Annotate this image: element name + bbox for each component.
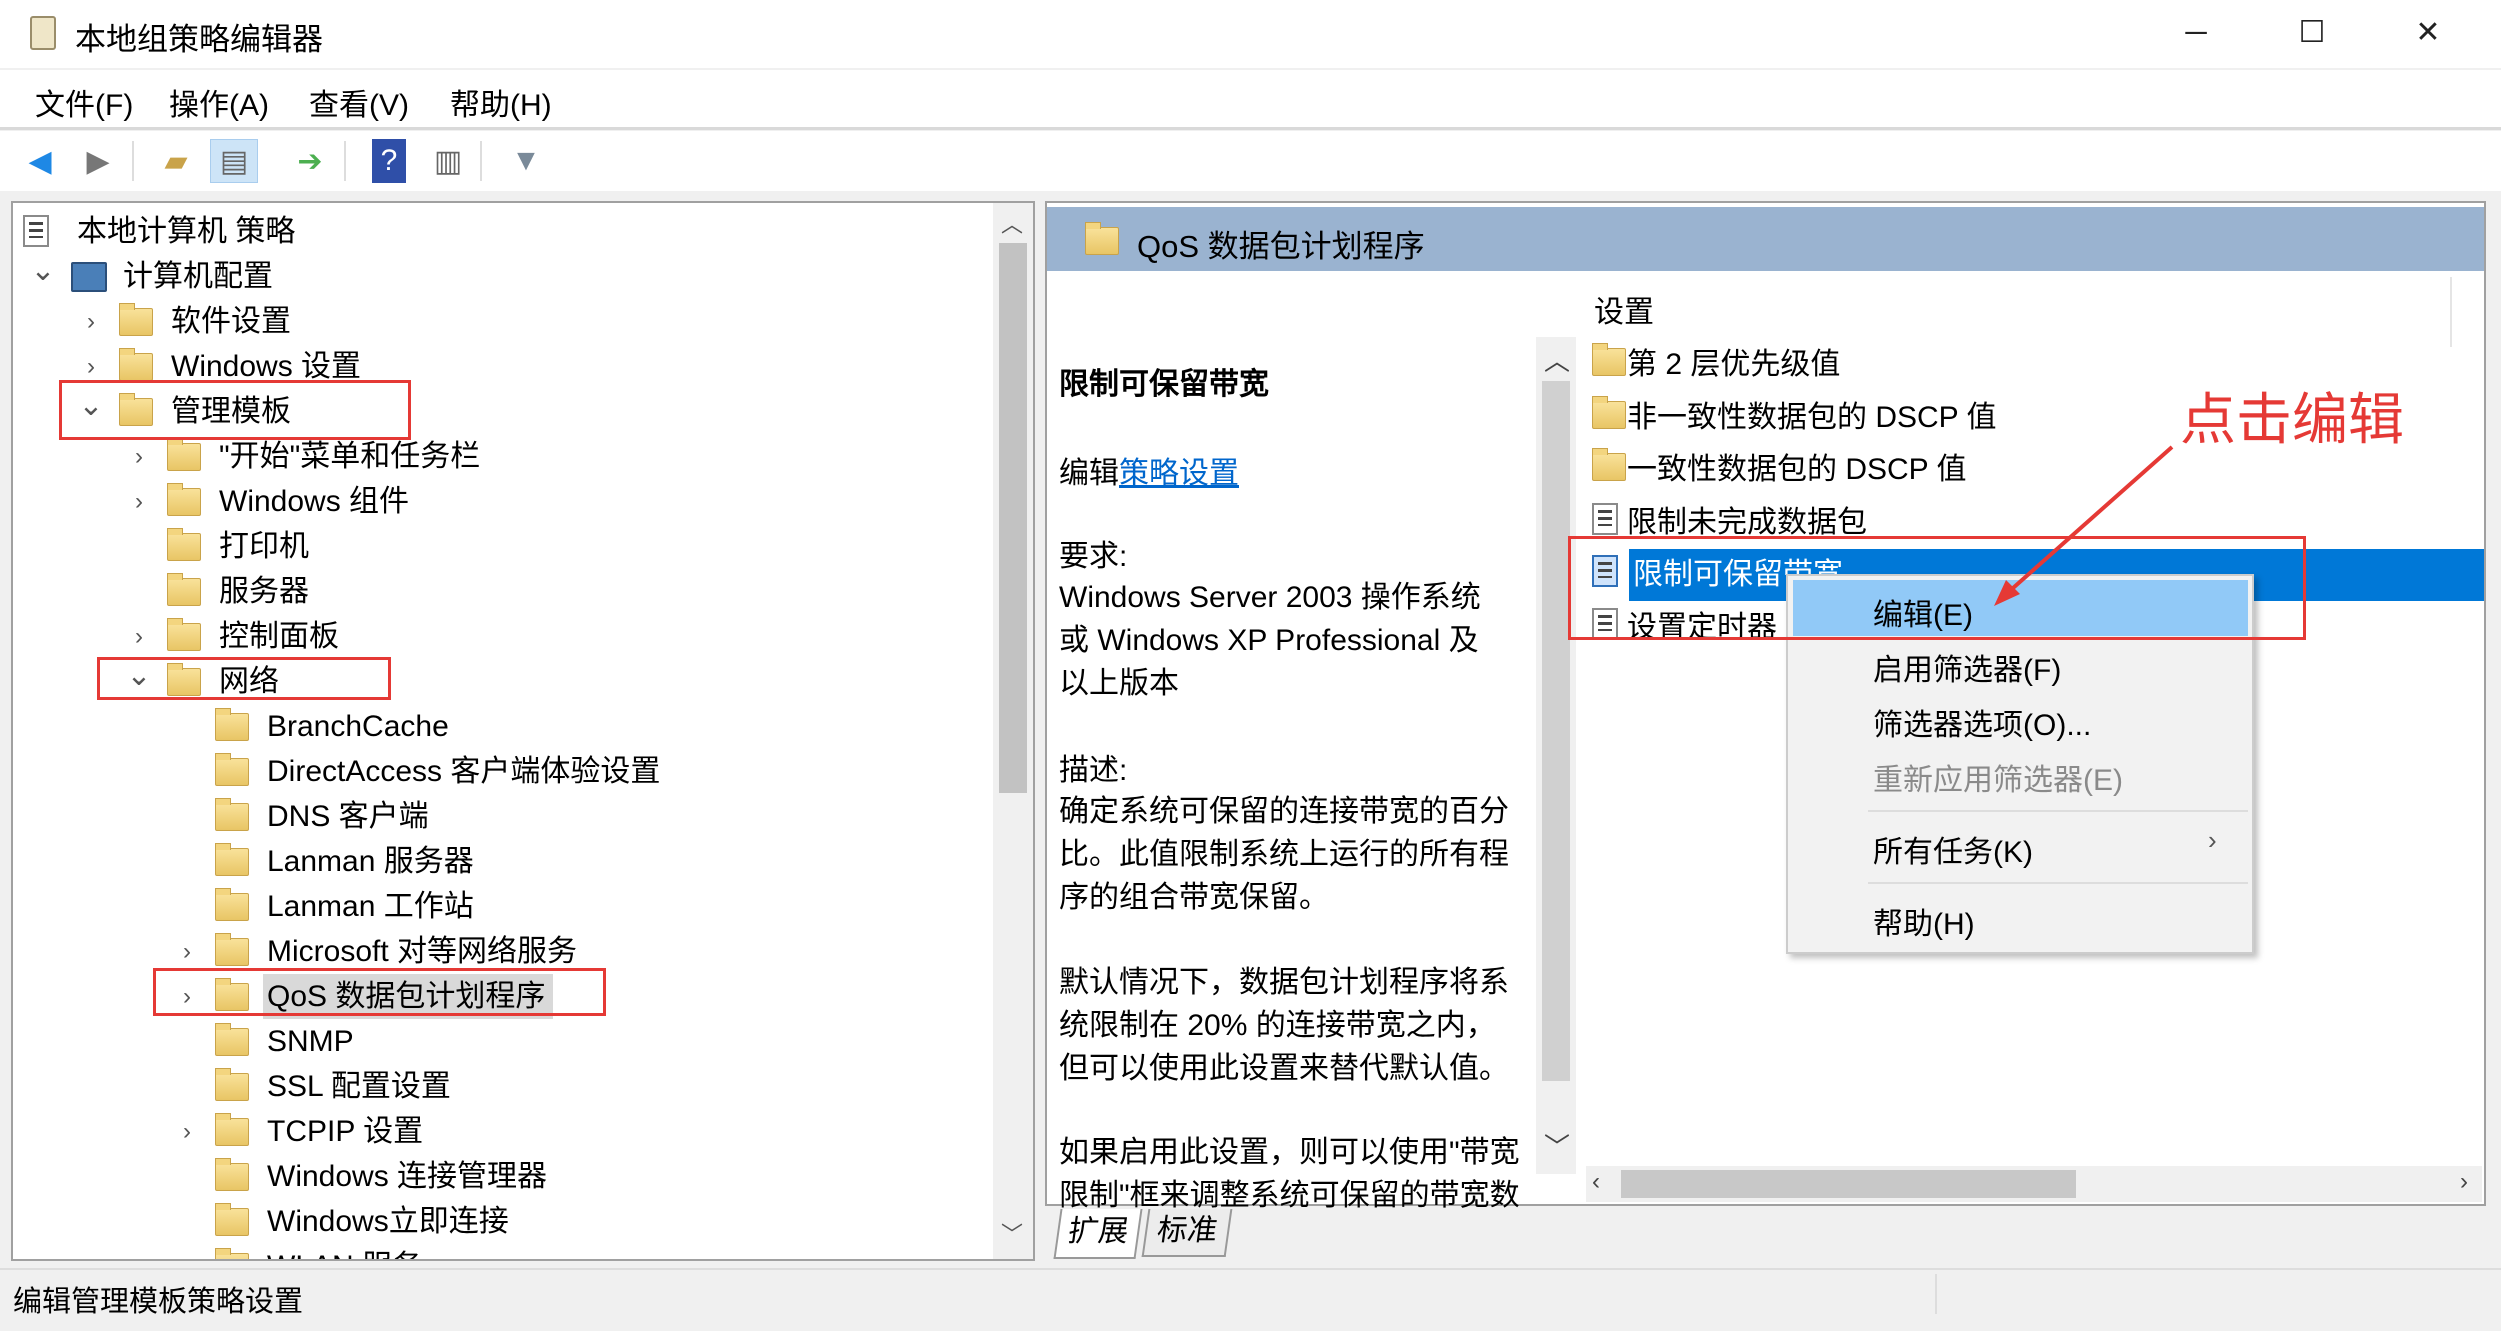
annotation-arrow — [0, 0, 2501, 1331]
status-text: 编辑管理模板策略设置 — [13, 1278, 303, 1320]
arrow-line — [2004, 447, 2172, 596]
status-divider — [1935, 1274, 1937, 1314]
status-bar: 编辑管理模板策略设置 — [0, 1268, 2501, 1318]
